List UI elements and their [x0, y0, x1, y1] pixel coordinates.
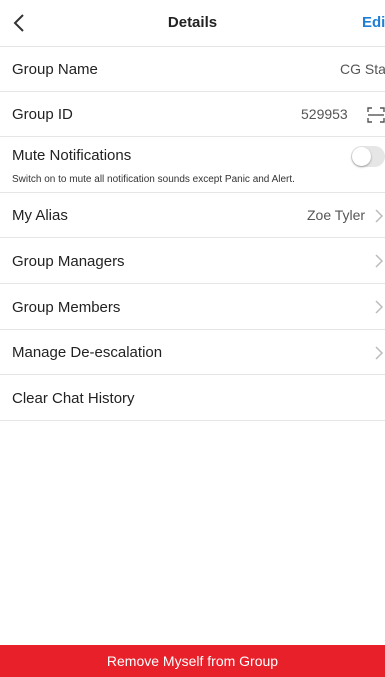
my-alias-row[interactable]: My Alias Zoe Tyler: [0, 193, 385, 238]
clear-chat-history-row[interactable]: Clear Chat History: [0, 375, 385, 421]
group-managers-label: Group Managers: [12, 253, 125, 270]
scan-icon[interactable]: [367, 107, 385, 123]
mute-notifications-row: Mute Notifications Switch on to mute all…: [0, 137, 385, 193]
group-id-label: Group ID: [12, 106, 73, 123]
page-title: Details: [167, 14, 218, 31]
group-id-value: 529953: [301, 106, 348, 122]
clear-chat-history-label: Clear Chat History: [12, 390, 135, 407]
mute-notifications-toggle[interactable]: [351, 146, 385, 167]
my-alias-label: My Alias: [12, 207, 68, 224]
toggle-knob: [352, 147, 371, 166]
header-bar: Details Edit: [0, 0, 385, 47]
group-name-value: CG Staff: [340, 61, 385, 77]
group-managers-row[interactable]: Group Managers: [0, 238, 385, 284]
group-name-label: Group Name: [12, 61, 98, 78]
manage-deescalation-label: Manage De-escalation: [12, 344, 163, 361]
chevron-right-icon: [375, 209, 384, 223]
chevron-right-icon: [375, 346, 384, 360]
remove-myself-button[interactable]: Remove Myself from Group: [0, 645, 385, 677]
my-alias-value: Zoe Tyler: [307, 207, 366, 223]
mute-notifications-description: Switch on to mute all notification sound…: [12, 174, 295, 185]
manage-deescalation-row[interactable]: Manage De-escalation: [0, 330, 385, 375]
mute-notifications-label: Mute Notifications: [12, 147, 132, 164]
group-members-row[interactable]: Group Members: [0, 284, 385, 330]
group-id-row: Group ID 529953: [0, 92, 385, 137]
edit-button[interactable]: Edit: [362, 14, 385, 31]
chevron-right-icon: [375, 300, 384, 314]
group-members-label: Group Members: [12, 299, 121, 316]
chevron-right-icon: [375, 254, 384, 268]
group-name-row: Group Name CG Staff: [0, 47, 385, 92]
